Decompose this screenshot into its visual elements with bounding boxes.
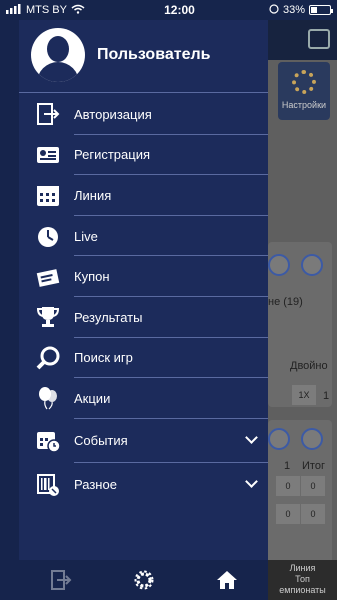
menu-item-results[interactable]: Результаты bbox=[19, 297, 268, 338]
login-icon[interactable] bbox=[49, 568, 73, 592]
bg-cell: 0 bbox=[276, 504, 300, 524]
menu-item-authorization[interactable]: Авторизация bbox=[19, 94, 268, 135]
bell-icon bbox=[268, 254, 290, 276]
bg-text: Итог bbox=[302, 460, 325, 472]
menu-item-events[interactable]: События bbox=[19, 419, 268, 463]
stopwatch-icon bbox=[35, 223, 61, 249]
menu-item-label: Купон bbox=[74, 269, 110, 285]
search-icon bbox=[35, 345, 61, 371]
id-card-icon bbox=[35, 142, 61, 168]
menu-item-registration[interactable]: Регистрация bbox=[19, 135, 268, 176]
chevron-down-icon[interactable] bbox=[245, 430, 258, 444]
bg-nav-label: емпионаты bbox=[279, 585, 326, 595]
bg-text: не (19) bbox=[268, 296, 303, 308]
star-icon bbox=[301, 428, 323, 450]
status-right: 33% bbox=[269, 3, 337, 17]
bg-text: 1 bbox=[284, 460, 291, 472]
battery-icon bbox=[309, 5, 333, 15]
home-icon[interactable] bbox=[215, 568, 239, 592]
bg-cell: 0 bbox=[276, 476, 300, 496]
menu-item-promotions[interactable]: Акции bbox=[19, 378, 268, 419]
menu-item-coupon[interactable]: Купон bbox=[19, 256, 268, 297]
menu-item-line[interactable]: Линия bbox=[19, 175, 268, 216]
bg-nav-label: Линия bbox=[289, 563, 316, 573]
calendar-icon bbox=[35, 182, 61, 208]
drawer-bottom-bar bbox=[19, 560, 268, 600]
navigation-drawer: Пользователь Авторизация Регистрация Лин… bbox=[19, 20, 268, 600]
balloons-icon bbox=[35, 385, 61, 411]
barcode-phone-icon bbox=[35, 472, 61, 498]
bg-cell: 0 bbox=[301, 476, 325, 496]
battery-percent: 33% bbox=[282, 4, 305, 16]
bg-settings-label: Настройки bbox=[281, 100, 327, 110]
gear-icon[interactable] bbox=[132, 568, 156, 592]
menu-item-live[interactable]: Live bbox=[19, 216, 268, 257]
signal-icon bbox=[6, 3, 22, 17]
wifi-icon bbox=[71, 4, 85, 17]
gear-icon bbox=[292, 70, 316, 94]
chevron-down-icon[interactable] bbox=[245, 474, 258, 488]
menu-item-label: Авторизация bbox=[74, 106, 152, 122]
drawer-edge bbox=[0, 20, 19, 600]
menu-item-label: Линия bbox=[74, 187, 112, 203]
status-bar: MTS BY 12:00 33% bbox=[0, 0, 337, 20]
bg-cell: 1X bbox=[292, 385, 316, 405]
menu-item-label: Поиск игр bbox=[74, 350, 133, 366]
avatar bbox=[31, 28, 85, 82]
menu-item-label: Разное bbox=[74, 477, 117, 493]
wallet-icon bbox=[308, 29, 330, 49]
ticket-icon bbox=[35, 264, 61, 290]
menu-item-label: Live bbox=[74, 228, 98, 244]
bell-icon bbox=[268, 428, 290, 450]
trophy-icon bbox=[35, 304, 61, 330]
alarm-icon bbox=[269, 3, 279, 17]
bg-settings-tile: Настройки bbox=[278, 62, 330, 120]
bg-cell: 0 bbox=[301, 504, 325, 524]
status-left: MTS BY bbox=[0, 3, 120, 17]
menu-item-search-games[interactable]: Поиск игр bbox=[19, 338, 268, 379]
menu-item-label: Акции bbox=[74, 390, 111, 406]
profile-name: Пользователь bbox=[97, 46, 211, 63]
divider bbox=[19, 92, 268, 93]
bg-text: Двойно bbox=[290, 360, 328, 372]
menu-item-label: Результаты bbox=[74, 309, 143, 325]
bg-nav-label: Топ bbox=[295, 574, 310, 584]
menu-item-label: Регистрация bbox=[74, 147, 150, 163]
bg-topbar bbox=[268, 20, 337, 60]
login-icon bbox=[35, 101, 61, 127]
menu-item-misc[interactable]: Разное bbox=[19, 463, 268, 507]
background-app[interactable]: Настройки не (19) Двойно 1X 1 1 Итог 0 0… bbox=[268, 20, 337, 600]
menu-item-label: События bbox=[74, 433, 128, 449]
carrier-label: MTS BY bbox=[26, 4, 67, 16]
menu-list: Авторизация Регистрация Линия Live Купон… bbox=[19, 94, 268, 507]
profile-header[interactable]: Пользователь bbox=[31, 28, 210, 82]
calendar-clock-icon bbox=[35, 428, 61, 454]
bg-text: 1 bbox=[323, 390, 330, 402]
status-time: 12:00 bbox=[164, 3, 195, 17]
bg-bottom-nav: Линия Топ емпионаты bbox=[268, 560, 337, 600]
star-icon bbox=[301, 254, 323, 276]
